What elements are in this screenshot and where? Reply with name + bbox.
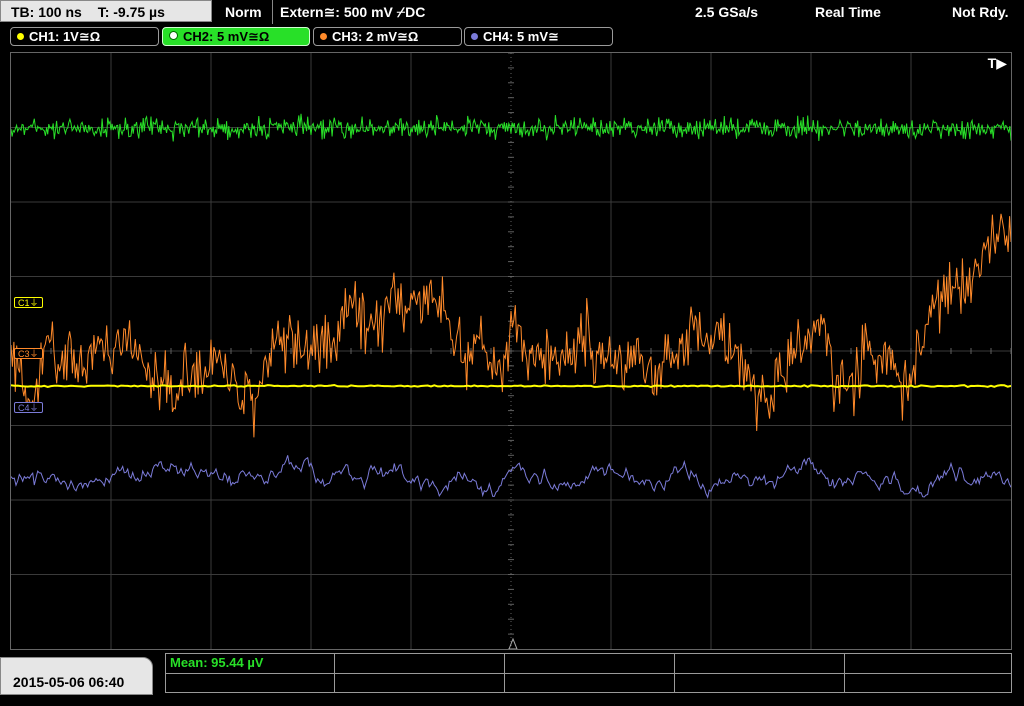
channel-2-dot-icon — [169, 31, 178, 40]
channel-3-ground-marker[interactable]: C3⏚ — [14, 348, 43, 359]
channel-1-dot-icon — [17, 33, 24, 40]
trigger-mode[interactable]: Norm — [225, 0, 262, 24]
channel-4-ground-marker[interactable]: C4⏚ — [14, 402, 43, 413]
waveform-display[interactable]: T▶ C1⏚ C3⏚ C4⏚ — [10, 52, 1012, 650]
trigger-position-icon — [508, 637, 518, 649]
channel-4-dot-icon — [471, 33, 478, 40]
channel-1-ground-marker[interactable]: C1⏚ — [14, 297, 43, 308]
channel-2-tab[interactable]: CH2: 5 mV≅Ω — [162, 27, 310, 46]
measurement-cell[interactable] — [675, 673, 845, 693]
measurement-cell[interactable] — [335, 673, 505, 693]
timebase-readout: TB: 100 ns — [11, 4, 82, 20]
measurement-cell[interactable] — [675, 654, 845, 674]
measurement-cell[interactable] — [845, 654, 1011, 674]
channel-2-label: CH2: 5 mV≅Ω — [183, 29, 270, 44]
channel-tab-row: CH1: 1V≅Ω CH2: 5 mV≅Ω CH3: 2 mV≅Ω CH4: 5… — [0, 26, 1024, 48]
channel-1-label: CH1: 1V≅Ω — [29, 29, 101, 44]
channel-3-tab[interactable]: CH3: 2 mV≅Ω — [313, 27, 462, 46]
channel-1-tab[interactable]: CH1: 1V≅Ω — [10, 27, 159, 46]
trigger-marker: T▶ — [987, 55, 1007, 71]
measurement-cell[interactable] — [166, 673, 335, 693]
trigger-source[interactable]: Extern≅: 500 mV ⌿DC — [280, 0, 425, 24]
divider — [272, 0, 273, 24]
measurement-cell[interactable] — [505, 654, 675, 674]
channel-3-dot-icon — [320, 33, 327, 40]
date-time-display: 2015-05-06 06:40 — [0, 657, 153, 695]
graticule — [11, 53, 1011, 649]
measurement-cell[interactable] — [335, 654, 505, 674]
channel-4-label: CH4: 5 mV≅ — [483, 29, 559, 44]
channel-4-tab[interactable]: CH4: 5 mV≅ — [464, 27, 613, 46]
measurement-table[interactable]: Mean: 95.44 µV — [165, 653, 1012, 693]
sample-rate: 2.5 GSa/s — [695, 4, 759, 20]
timebase-box[interactable]: TB: 100 ns T: -9.75 µs — [0, 0, 212, 22]
top-status-bar: TB: 100 ns T: -9.75 µs Norm Extern≅: 500… — [0, 0, 1024, 24]
acquisition-mode: Real Time — [815, 4, 881, 20]
measurement-cell[interactable] — [505, 673, 675, 693]
mean-measurement[interactable]: Mean: 95.44 µV — [166, 654, 335, 674]
measurement-cell[interactable] — [845, 673, 1011, 693]
waveform-canvas — [11, 53, 1011, 649]
channel-3-label: CH3: 2 mV≅Ω — [332, 29, 419, 44]
acquisition-status: Not Rdy. — [952, 4, 1009, 20]
trigger-time-readout: T: -9.75 µs — [97, 4, 165, 20]
